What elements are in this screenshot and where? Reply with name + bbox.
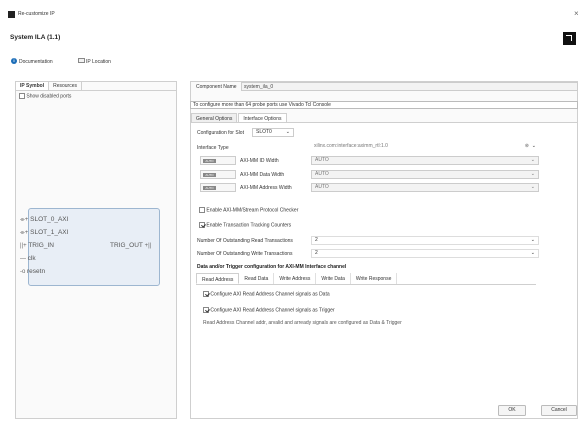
- left-tab-strip: IP Symbol Resources: [16, 82, 176, 91]
- tab-read-address[interactable]: Read Address: [196, 273, 240, 284]
- ok-button[interactable]: OK: [498, 405, 526, 416]
- cancel-button[interactable]: Cancel: [541, 405, 577, 416]
- show-disabled-ports-label: Show disabled ports: [26, 93, 72, 100]
- trigger-bus-icon: +||: [144, 243, 152, 249]
- bus-interface-icon: ⌯+: [20, 230, 29, 236]
- id-width-select[interactable]: AUTO ⌄: [311, 156, 539, 165]
- slot-config-label: Configuration for Slot: [197, 130, 244, 136]
- ip-name-title: System ILA (1.1): [10, 34, 61, 41]
- configure-data-checkbox[interactable]: [203, 291, 209, 297]
- port-clk: — clk: [20, 255, 36, 262]
- amd-logo-icon: [563, 32, 576, 45]
- channel-config-section-title: Data and/or Trigger configuration for AX…: [197, 264, 347, 270]
- chevron-down-icon: ⌄: [285, 129, 290, 135]
- id-width-label: AXI-MM ID Width: [240, 158, 279, 164]
- app-icon: [8, 11, 15, 18]
- outstanding-writes-select[interactable]: 2 ⌄: [311, 249, 539, 258]
- chevron-down-icon: ⌄: [531, 143, 536, 149]
- component-name-field[interactable]: system_ila_0: [241, 82, 578, 91]
- show-disabled-ports-row[interactable]: Show disabled ports: [19, 93, 71, 99]
- data-width-select[interactable]: AUTO ⌄: [311, 170, 539, 179]
- interface-type-label: Interface Type: [197, 145, 229, 151]
- port-trig-out: TRIG_OUT +||: [110, 242, 152, 249]
- reset-port-icon: -o: [20, 269, 28, 275]
- tab-write-address[interactable]: Write Address: [274, 273, 317, 284]
- outstanding-reads-select[interactable]: 2 ⌄: [311, 236, 539, 245]
- auto-toggle-id-width[interactable]: AUTO: [200, 156, 236, 165]
- auto-toggle-address-width[interactable]: AUTO: [200, 183, 236, 192]
- info-icon: i: [11, 58, 17, 64]
- configure-data-row[interactable]: Configure AXI Read Address Channel signa…: [203, 291, 330, 297]
- folder-icon: [78, 58, 85, 63]
- configure-trigger-row[interactable]: Configure AXI Read Address Channel signa…: [203, 307, 335, 313]
- tracking-counters-checkbox[interactable]: [199, 222, 205, 228]
- outstanding-reads-label: Number Of Outstanding Read Transactions: [197, 238, 293, 244]
- chevron-down-icon: ⌄: [530, 237, 535, 243]
- chevron-down-icon: ⌄: [530, 157, 535, 163]
- chevron-down-icon: ⌄: [530, 250, 535, 256]
- line-port-icon: —: [20, 256, 28, 262]
- clear-icon[interactable]: ⊗: [525, 143, 529, 150]
- ip-location-link[interactable]: IP Location: [86, 59, 111, 65]
- channel-tabs: Read Address Read Data Write Address Wri…: [196, 273, 536, 285]
- protocol-checker-checkbox[interactable]: [199, 207, 205, 213]
- configure-trigger-checkbox[interactable]: [203, 307, 209, 313]
- chevron-down-icon: ⌄: [530, 184, 535, 190]
- port-slot-0-axi: ⌯+ SLOT_0_AXI: [20, 216, 69, 223]
- component-name-label: Component Name: [196, 84, 237, 90]
- tab-ip-symbol[interactable]: IP Symbol: [16, 82, 50, 90]
- show-disabled-ports-checkbox[interactable]: [19, 93, 25, 99]
- info-banner: To configure more than 64 probe ports us…: [190, 101, 578, 109]
- chevron-down-icon: ⌄: [530, 171, 535, 177]
- port-slot-1-axi: ⌯+ SLOT_1_AXI: [20, 229, 69, 236]
- port-trig-in: ||+ TRIG_IN: [20, 242, 54, 249]
- address-width-select[interactable]: AUTO ⌄: [311, 183, 539, 192]
- port-resetn: -o resetn: [20, 268, 46, 275]
- tracking-counters-row[interactable]: Enable Transaction Tracking Counters: [199, 222, 291, 228]
- protocol-checker-row[interactable]: Enable AXI-MM/Stream Protocol Checker: [199, 207, 298, 213]
- data-width-label: AXI-MM Data Width: [240, 172, 285, 178]
- channel-config-note: Read Address Channel addr, arvalid and a…: [203, 320, 402, 326]
- slot-select[interactable]: SLOT0 ⌄: [252, 128, 294, 137]
- auto-toggle-data-width[interactable]: AUTO: [200, 170, 236, 179]
- window-title: Re-customize IP: [18, 11, 55, 17]
- documentation-link[interactable]: Documentation: [19, 59, 53, 65]
- interface-type-select[interactable]: xilinx.com:interface:aximm_rtl:1.0 ⊗ ⌄: [311, 143, 539, 152]
- close-icon[interactable]: ×: [574, 9, 579, 18]
- title-bar: [0, 0, 587, 20]
- trigger-bus-icon: ||+: [20, 243, 27, 249]
- outstanding-writes-label: Number Of Outstanding Write Transactions: [197, 251, 293, 257]
- bus-interface-icon: ⌯+: [20, 217, 29, 223]
- address-width-label: AXI-MM Address Width: [240, 185, 292, 191]
- interface-options-content: [191, 122, 577, 418]
- tab-resources[interactable]: Resources: [49, 82, 82, 90]
- tab-write-response[interactable]: Write Response: [351, 273, 398, 284]
- tab-read-data[interactable]: Read Data: [239, 273, 275, 284]
- tab-write-data[interactable]: Write Data: [316, 273, 351, 284]
